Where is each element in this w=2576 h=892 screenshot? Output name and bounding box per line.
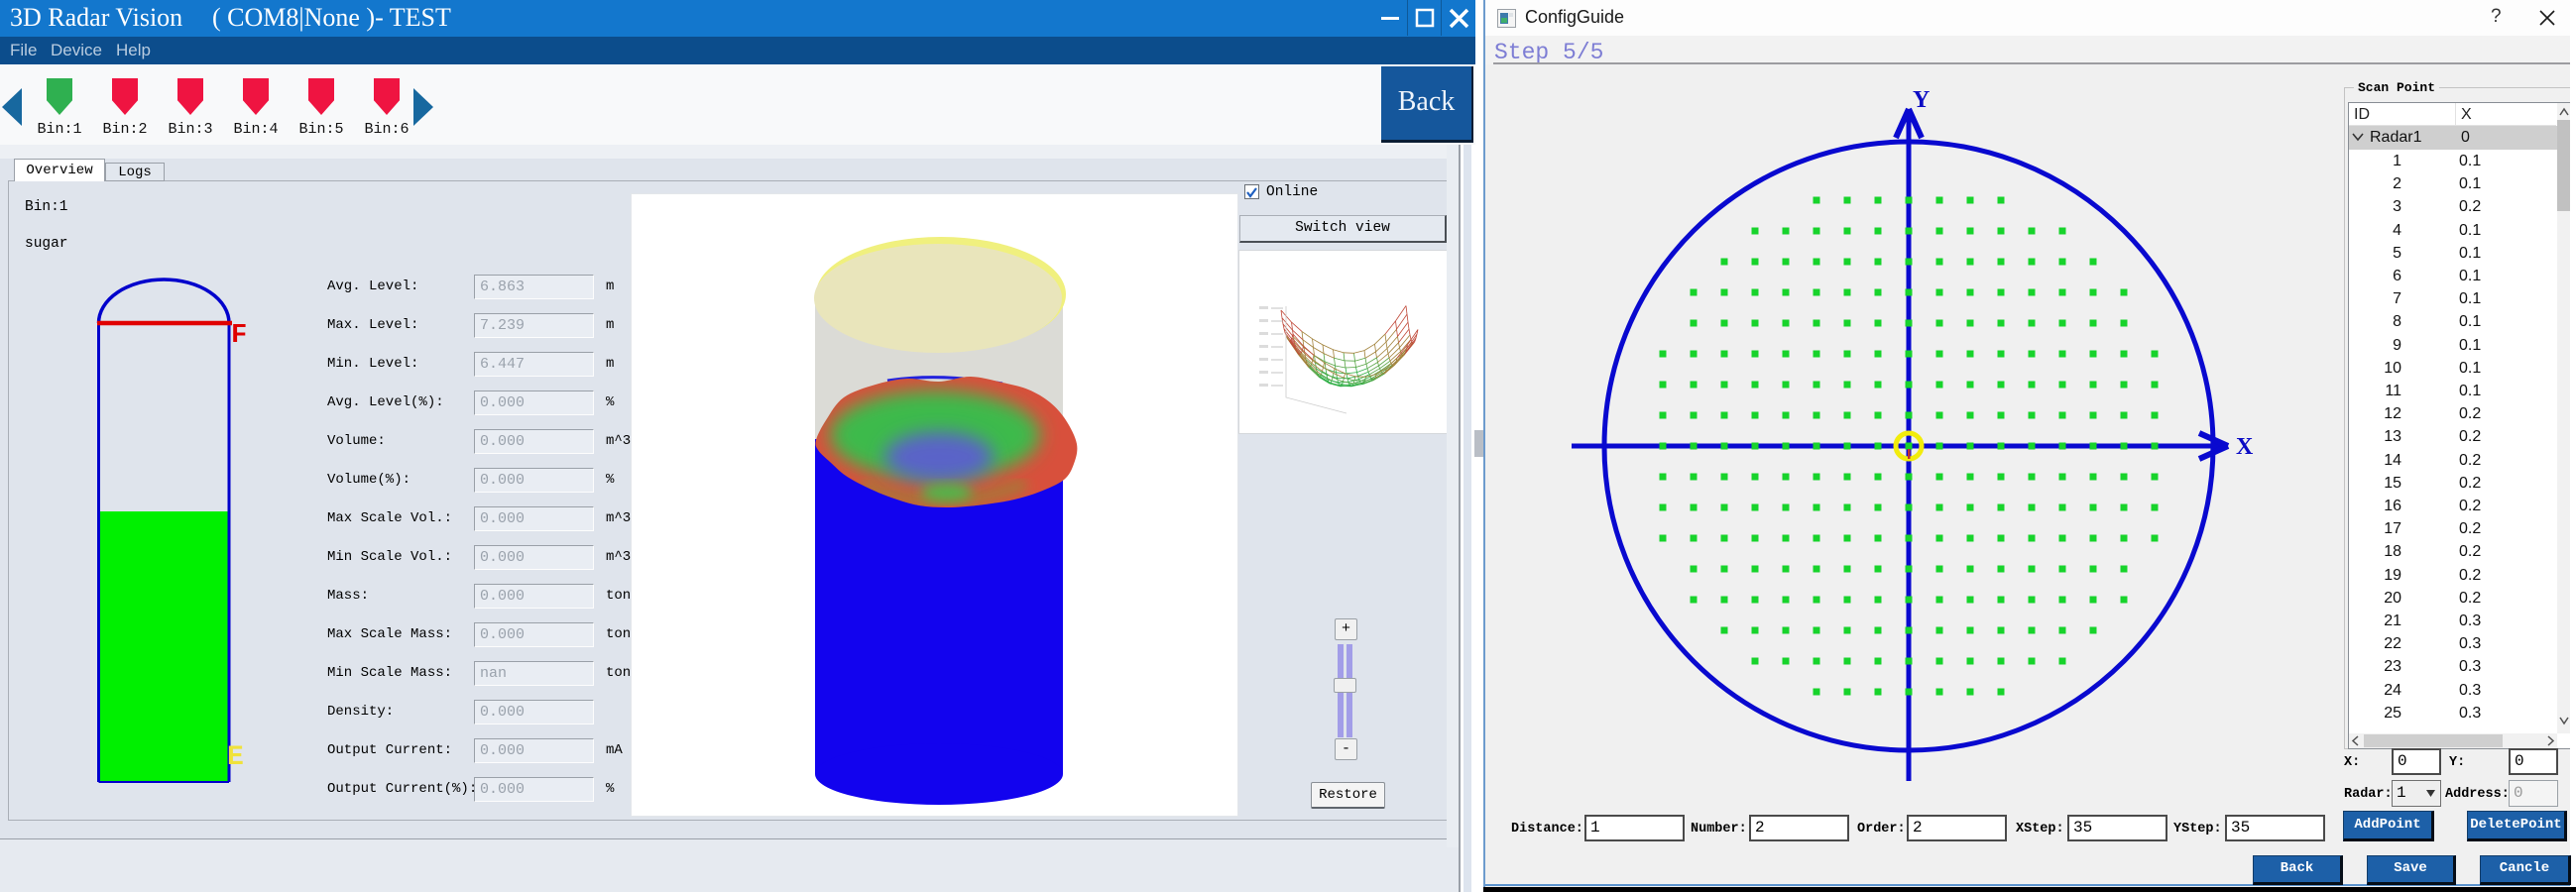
svg-text:E: E xyxy=(227,742,244,773)
svg-text:X: X xyxy=(2236,434,2254,460)
svg-text:F: F xyxy=(231,321,247,351)
svg-text:Y: Y xyxy=(1913,87,1930,113)
